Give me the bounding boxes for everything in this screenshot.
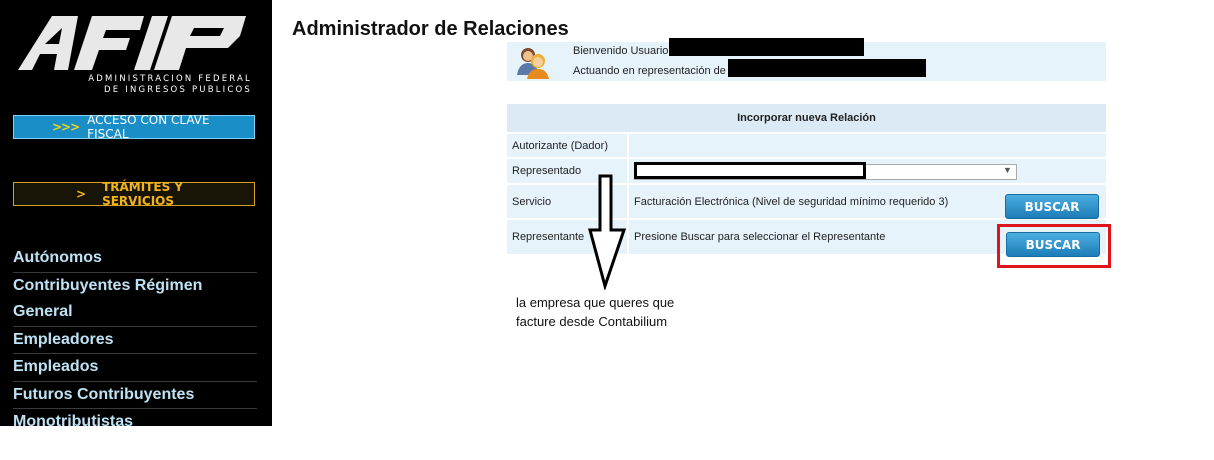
form-row-autorizante: Autorizante (Dador)	[507, 134, 1106, 157]
autorizante-label: Autorizante (Dador)	[507, 134, 629, 157]
annotation-line2: facture desde Contabilium	[516, 314, 668, 329]
chevron-right-icon: >	[76, 187, 87, 201]
form-header: Incorporar nueva Relación	[507, 104, 1106, 132]
acceso-clave-fiscal-button[interactable]: >>> ACCESO CON CLAVE FISCAL	[13, 113, 255, 141]
page-title: Administrador de Relaciones	[292, 18, 569, 40]
redacted-representado	[634, 162, 866, 179]
tramites-servicios-button[interactable]: > TRÁMITES Y SERVICIOS	[13, 180, 255, 208]
sidebar: ADMINISTRACION FEDERAL DE INGRESOS PUBLI…	[0, 0, 272, 430]
form-header-row: Incorporar nueva Relación	[507, 104, 1106, 132]
sidebar-item-empleados[interactable]: Empleados	[13, 354, 257, 382]
representation-label: Actuando en representación de	[573, 65, 726, 77]
redacted-representation	[728, 59, 926, 77]
welcome-user-label: Bienvenido Usuario	[573, 45, 669, 57]
tramites-label: TRÁMITES Y SERVICIOS	[102, 180, 184, 208]
sidebar-menu: Autónomos Contribuyentes Régimen General…	[13, 245, 257, 436]
down-arrow-icon	[588, 174, 627, 290]
sidebar-item-futuros-contribuyentes[interactable]: Futuros Contribuyentes	[13, 382, 257, 409]
annotation-note: la empresa que queres que facture desde …	[516, 293, 674, 331]
afip-logo[interactable]: ADMINISTRACION FEDERAL DE INGRESOS PUBLI…	[18, 14, 252, 104]
sidebar-item-autonomos[interactable]: Autónomos	[13, 245, 257, 273]
afip-logo-mark	[18, 16, 246, 70]
sidebar-item-monotributistas[interactable]: Monotributistas	[13, 409, 257, 436]
autorizante-value	[629, 134, 1106, 157]
users-icon	[517, 48, 549, 79]
sidebar-item-empleadores[interactable]: Empleadores	[13, 327, 257, 354]
welcome-panel: Bienvenido Usuario Actuando en represent…	[507, 38, 1106, 81]
redacted-username	[669, 38, 864, 56]
sidebar-item-contribuyentes-regimen-general[interactable]: Contribuyentes Régimen General	[13, 273, 257, 327]
dropdown-arrow-icon[interactable]: ▼	[1003, 165, 1012, 175]
highlight-box	[997, 224, 1111, 268]
buscar-servicio-button[interactable]: BUSCAR	[1005, 194, 1099, 219]
logo-subtitle-line2: DE INGRESOS PUBLICOS	[104, 85, 252, 95]
annotation-line1: la empresa que queres que	[516, 295, 675, 310]
triple-chevron-icon: >>>	[52, 120, 80, 134]
acceso-label: ACCESO CON CLAVE FISCAL	[87, 113, 210, 141]
logo-subtitle-line1: ADMINISTRACION FEDERAL	[88, 74, 252, 84]
